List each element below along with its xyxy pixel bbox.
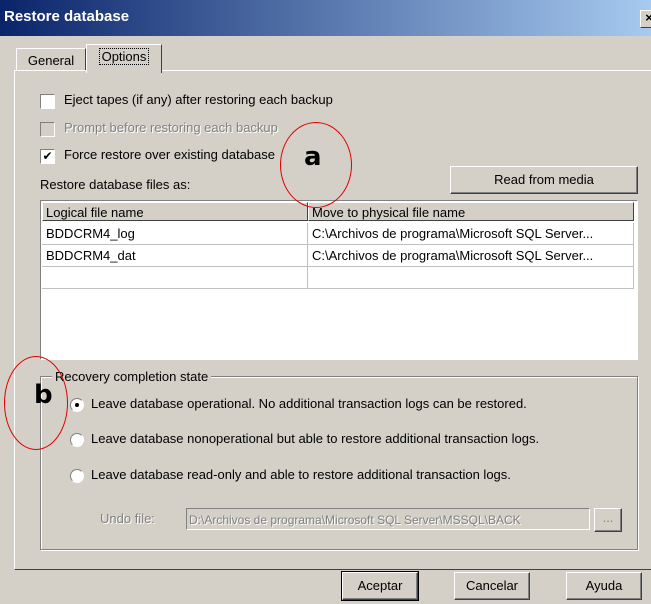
tab-options[interactable]: Options — [86, 44, 162, 73]
help-button[interactable]: Ayuda — [566, 572, 642, 600]
table-cell-logical[interactable]: BDDCRM4_dat — [42, 245, 308, 267]
browse-button: ... — [594, 508, 622, 532]
radio-operational[interactable] — [70, 398, 84, 412]
tab-options-label: Options — [98, 48, 150, 65]
undo-file-label: Undo file: — [100, 511, 155, 526]
table-cell-empty[interactable] — [308, 267, 634, 289]
column-header-physical[interactable]: Move to physical file name — [308, 202, 634, 221]
files-table[interactable]: Logical file name Move to physical file … — [40, 200, 638, 360]
restore-database-window: Restore database × General Options Eject… — [0, 0, 651, 604]
column-header-logical[interactable]: Logical file name — [42, 202, 308, 221]
eject-tapes-label: Eject tapes (if any) after restoring eac… — [64, 92, 333, 107]
annotation-letter-b: b — [34, 380, 53, 410]
ok-button[interactable]: Aceptar — [341, 571, 419, 601]
force-restore-label: Force restore over existing database — [64, 147, 275, 162]
eject-tapes-checkbox[interactable] — [40, 94, 55, 109]
undo-file-input: D:\Archivos de programa\Microsoft SQL Se… — [186, 508, 590, 530]
cancel-button[interactable]: Cancelar — [454, 572, 530, 600]
window-title: Restore database — [4, 8, 130, 25]
radio-selected-dot — [75, 403, 79, 407]
radio-operational-label: Leave database operational. No additiona… — [91, 396, 527, 411]
annotation-letter-a: a — [304, 142, 322, 172]
table-cell-empty[interactable] — [42, 267, 308, 289]
recovery-group-title: Recovery completion state — [52, 369, 212, 384]
prompt-before-restore-checkbox — [40, 122, 55, 137]
table-cell-physical[interactable]: C:\Archivos de programa\Microsoft SQL Se… — [308, 223, 634, 245]
table-cell-logical[interactable]: BDDCRM4_log — [42, 223, 308, 245]
radio-readonly[interactable] — [70, 469, 84, 483]
force-restore-checkbox[interactable]: ✔ — [40, 149, 55, 164]
restore-files-label: Restore database files as: — [40, 177, 191, 192]
read-from-media-button[interactable]: Read from media — [450, 166, 638, 194]
radio-nonoperational[interactable] — [70, 433, 84, 447]
close-button[interactable]: × — [640, 10, 651, 28]
title-bar[interactable]: Restore database × — [0, 0, 651, 36]
prompt-before-restore-label: Prompt before restoring each backup — [64, 120, 278, 135]
table-cell-physical[interactable]: C:\Archivos de programa\Microsoft SQL Se… — [308, 245, 634, 267]
tab-general[interactable]: General — [16, 48, 86, 71]
radio-readonly-label: Leave database read-only and able to res… — [91, 467, 511, 482]
radio-nonoperational-label: Leave database nonoperational but able t… — [91, 431, 540, 446]
